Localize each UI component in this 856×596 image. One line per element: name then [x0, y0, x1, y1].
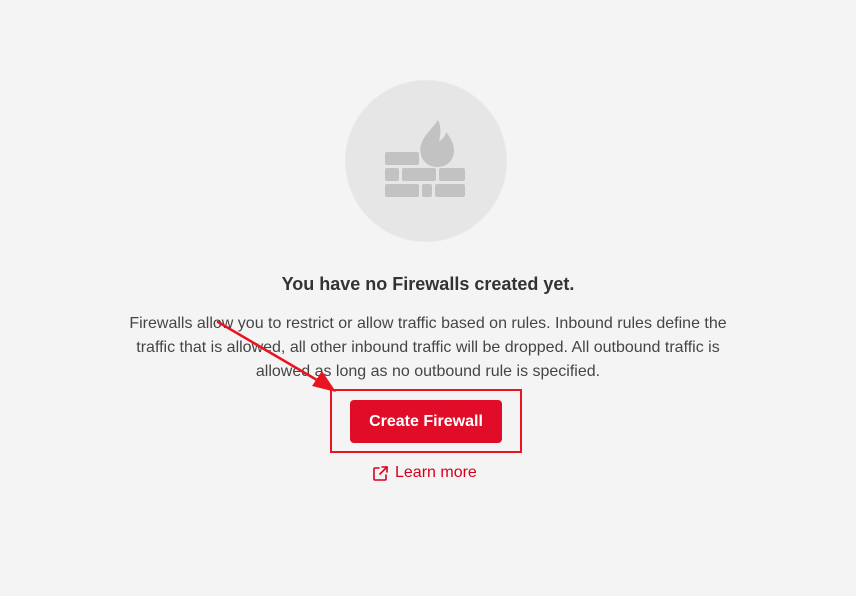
firewall-icon — [385, 120, 465, 197]
learn-more-label: Learn more — [395, 464, 477, 481]
firewalls-empty-state: You have no Firewalls created yet. Firew… — [0, 0, 856, 596]
firewall-icon-circle — [346, 81, 506, 241]
empty-state-title: You have no Firewalls created yet. — [281, 274, 575, 294]
learn-more-link[interactable]: Learn more — [372, 462, 477, 484]
empty-state-description: Firewalls allow you to restrict or allow… — [129, 315, 727, 380]
create-firewall-button[interactable]: Create Firewall — [350, 400, 502, 443]
external-link-icon — [372, 465, 389, 482]
